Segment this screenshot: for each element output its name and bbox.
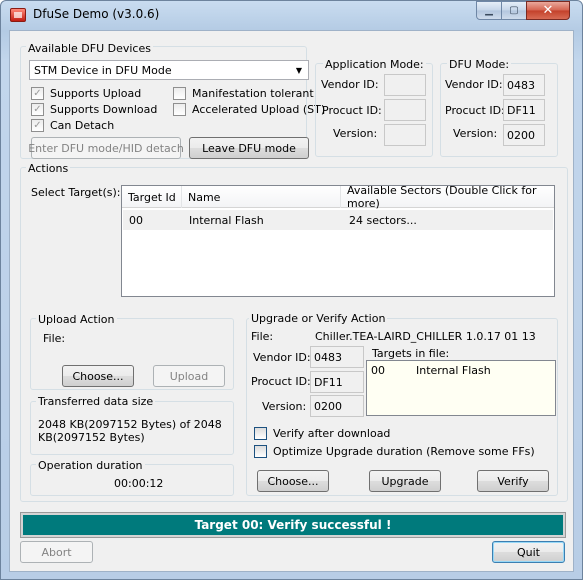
upgrade-choose-button[interactable]: Choose... bbox=[257, 470, 329, 492]
upgrade-version-field: 0200 bbox=[310, 395, 364, 417]
upgrade-product-id-field: DF11 bbox=[310, 371, 364, 393]
can-detach-checkbox: ✓ Can Detach bbox=[31, 119, 114, 132]
abort-button-label: Abort bbox=[41, 545, 72, 559]
maximize-button[interactable]: ▢ bbox=[501, 1, 527, 20]
app-vendor-id-label: Vendor ID: bbox=[321, 78, 379, 91]
row-name: Internal Flash bbox=[189, 213, 264, 227]
dfu-version-label: Version: bbox=[453, 127, 498, 140]
upload-button[interactable]: Upload bbox=[153, 365, 225, 387]
verify-after-download-label: Verify after download bbox=[273, 427, 391, 440]
abort-button[interactable]: Abort bbox=[20, 541, 93, 563]
manifestation-tolerant-label: Manifestation tolerant bbox=[192, 87, 314, 100]
check-icon: ✓ bbox=[31, 103, 44, 116]
supports-upload-label: Supports Upload bbox=[50, 87, 142, 100]
upgrade-vendor-id-field: 0483 bbox=[310, 346, 364, 368]
chevron-down-icon: ▼ bbox=[295, 65, 303, 75]
can-detach-label: Can Detach bbox=[50, 119, 115, 132]
device-select[interactable]: STM Device in DFU Mode ▼ bbox=[29, 60, 309, 80]
column-name[interactable]: Name bbox=[182, 186, 341, 208]
window-title: DfuSe Demo (v3.0.6) bbox=[33, 7, 160, 21]
app-version-field bbox=[384, 124, 426, 146]
title-bar[interactable]: DfuSe Demo (v3.0.6) ▁ ▢ ✕ bbox=[1, 1, 582, 29]
row-sectors: 24 sectors... bbox=[349, 213, 417, 227]
accelerated-upload-checkbox: Accelerated Upload (ST) bbox=[173, 103, 325, 116]
verify-button-label: Verify bbox=[497, 474, 529, 488]
device-select-value: STM Device in DFU Mode bbox=[34, 63, 172, 77]
table-row[interactable]: 00 Internal Flash 24 sectors... bbox=[123, 210, 553, 230]
upgrade-product-id-label: Procuct ID: bbox=[251, 375, 311, 388]
upgrade-choose-label: Choose... bbox=[267, 474, 319, 488]
upgrade-button-label: Upgrade bbox=[381, 474, 429, 488]
targets-list-header: Target Id Name Available Sectors (Double… bbox=[122, 184, 554, 210]
app-product-id-label: Procuct ID: bbox=[322, 104, 382, 117]
dfu-product-id-field: DF11 bbox=[503, 99, 545, 121]
check-icon: ✓ bbox=[31, 119, 44, 132]
supports-download-checkbox: ✓ Supports Download bbox=[31, 103, 157, 116]
row-target-id: 00 bbox=[129, 213, 143, 227]
supports-upload-checkbox: ✓ Supports Upload bbox=[31, 87, 141, 100]
minimize-icon: ▁ bbox=[485, 5, 493, 16]
close-icon: ✕ bbox=[542, 3, 554, 18]
supports-download-label: Supports Download bbox=[50, 103, 158, 116]
actions-group-label: Actions bbox=[26, 162, 71, 175]
upgrade-version-label: Version: bbox=[262, 400, 307, 413]
dfu-mode-label: DFU Mode: bbox=[447, 58, 512, 71]
minimize-button[interactable]: ▁ bbox=[476, 1, 502, 20]
column-available-sectors[interactable]: Available Sectors (Double Click for more… bbox=[341, 184, 554, 210]
client-area: Available DFU Devices STM Device in DFU … bbox=[9, 30, 574, 572]
verify-after-download-checkbox[interactable]: Verify after download bbox=[254, 427, 390, 440]
upload-button-label: Upload bbox=[169, 369, 209, 383]
select-targets-label: Select Target(s): bbox=[31, 186, 121, 199]
targets-in-file-label: Targets in file: bbox=[372, 347, 450, 360]
upload-choose-button[interactable]: Choose... bbox=[62, 365, 134, 387]
dfu-product-id-label: Procuct ID: bbox=[445, 104, 505, 117]
upgrade-vendor-id-label: Vendor ID: bbox=[253, 351, 311, 364]
upload-file-label: File: bbox=[43, 332, 66, 345]
transferred-line-1: 2048 KB(2097152 Bytes) of 2048 bbox=[38, 418, 222, 431]
close-button[interactable]: ✕ bbox=[526, 1, 570, 20]
transferred-label: Transferred data size bbox=[36, 395, 156, 408]
dfu-vendor-id-label: Vendor ID: bbox=[445, 78, 503, 91]
verify-button[interactable]: Verify bbox=[477, 470, 549, 492]
dfu-version-field: 0200 bbox=[503, 124, 545, 146]
quit-button-label: Quit bbox=[517, 545, 540, 559]
check-icon: ✓ bbox=[31, 87, 44, 100]
file-target-name: Internal Flash bbox=[416, 364, 491, 377]
targets-list[interactable]: Target Id Name Available Sectors (Double… bbox=[121, 184, 555, 297]
status-message: Target 00: Verify successful ! bbox=[20, 512, 566, 538]
optimize-upgrade-checkbox[interactable]: Optimize Upgrade duration (Remove some F… bbox=[254, 445, 535, 458]
app-vendor-id-field bbox=[384, 74, 426, 96]
maximize-icon: ▢ bbox=[509, 5, 519, 16]
app-product-id-field bbox=[384, 99, 426, 121]
enter-dfu-button[interactable]: Enter DFU mode/HID detach bbox=[28, 137, 184, 159]
duration-value: 00:00:12 bbox=[114, 477, 164, 490]
leave-dfu-button[interactable]: Leave DFU mode bbox=[189, 137, 309, 159]
upload-action-label: Upload Action bbox=[36, 313, 117, 326]
app-icon bbox=[10, 8, 26, 22]
upload-choose-label: Choose... bbox=[72, 369, 124, 383]
devices-group-label: Available DFU Devices bbox=[26, 42, 153, 55]
upgrade-group-label: Upgrade or Verify Action bbox=[249, 312, 388, 325]
dfu-vendor-id-field: 0483 bbox=[503, 74, 545, 96]
upgrade-file-value: Chiller.TEA-LAIRD_CHILLER 1.0.17 01 13 bbox=[315, 330, 536, 343]
file-target-id: 00 bbox=[371, 364, 385, 377]
transferred-line-2: KB(2097152 Bytes) bbox=[38, 431, 145, 444]
targets-in-file-list[interactable]: 00 Internal Flash bbox=[366, 360, 556, 416]
optimize-upgrade-label: Optimize Upgrade duration (Remove some F… bbox=[273, 445, 535, 458]
manifestation-tolerant-checkbox: Manifestation tolerant bbox=[173, 87, 314, 100]
app-version-label: Version: bbox=[333, 127, 378, 140]
upgrade-file-label: File: bbox=[251, 330, 274, 343]
application-mode-label: Application Mode: bbox=[323, 58, 426, 71]
upgrade-button[interactable]: Upgrade bbox=[369, 470, 441, 492]
accelerated-upload-label: Accelerated Upload (ST) bbox=[192, 103, 326, 116]
dfuse-window: DfuSe Demo (v3.0.6) ▁ ▢ ✕ Available DFU … bbox=[0, 0, 583, 580]
quit-button[interactable]: Quit bbox=[492, 541, 565, 563]
duration-label: Operation duration bbox=[36, 459, 145, 472]
column-target-id[interactable]: Target Id bbox=[122, 186, 182, 208]
